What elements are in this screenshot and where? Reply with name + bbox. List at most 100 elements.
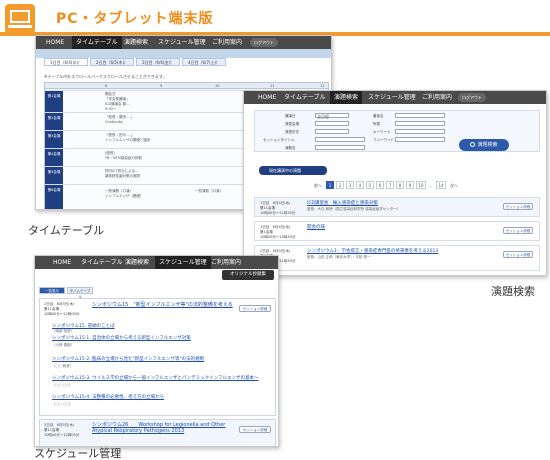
session-cell[interactable]: 一般演題（口演） — [195, 189, 223, 194]
schedule-screenshot: HOME タイムテーブル 演題検索 スケジュール管理 ご利用案内 オリジナル抄録… — [34, 255, 279, 447]
field-label: 所属 — [373, 122, 380, 126]
schedule-block: 2日目 6月5日(木) 第11会場 10時00分〜12時00分 シンポジウム15 "… — [39, 298, 276, 416]
room-label: 第3会場 — [45, 131, 63, 149]
session-title-input[interactable] — [315, 137, 365, 142]
search-button[interactable]: 演題検索 — [459, 139, 509, 151]
tab-day-1[interactable]: 1日目（6/4(水)） — [44, 58, 88, 66]
original-abstracts-badge[interactable]: オリジナル抄録集 — [222, 270, 274, 280]
nav-home[interactable]: HOME — [46, 36, 64, 49]
tab-timetable[interactable]: タイムテーブル — [67, 287, 93, 299]
room-label: 第5会場 — [45, 167, 63, 185]
nav-timetable[interactable]: タイムテーブル — [72, 36, 122, 49]
date-select[interactable]: 全日程 — [315, 113, 349, 119]
page-link[interactable]: 3 — [346, 181, 354, 189]
session-cell[interactable]: 開会式 「学会長講演」 ICD講演会 藤… 9:30～ — [105, 92, 130, 112]
page-link[interactable]: 4 — [356, 181, 364, 189]
logout-button[interactable]: ログアウト — [250, 38, 278, 47]
nav-timetable[interactable]: タイムテーブル — [81, 256, 123, 269]
field-label: セッションタイトル — [263, 138, 295, 142]
nav-guide[interactable]: ご利用案内 — [422, 91, 452, 104]
tab-list[interactable]: 一覧表示 — [39, 287, 65, 294]
nav-home[interactable]: HOME — [53, 256, 71, 269]
page-link[interactable]: 9 — [406, 181, 414, 189]
field-label: 講演日 — [285, 114, 296, 118]
session-title-link[interactable]: ICD講習会 輸入感染症と感染対策 — [307, 200, 378, 206]
abstract-authors: （○○ ○○） — [52, 383, 73, 387]
nav-schedule[interactable]: スケジュール管理 — [158, 36, 206, 49]
session-detail-button[interactable]: セッション詳細 — [503, 203, 533, 210]
session-detail-button[interactable]: セッション詳細 — [239, 426, 271, 433]
page-ellipsis: … — [428, 183, 432, 188]
next-link[interactable]: 次へ — [450, 183, 458, 189]
session-title-link[interactable]: シンポジウム15 "新型インフルエンザ等"の法的整備を考える — [92, 301, 233, 308]
page-title: PC・タブレット端末版 — [56, 11, 214, 27]
nav-guide[interactable]: ご利用案内 — [212, 36, 242, 49]
field-label: フリーワード — [373, 138, 394, 142]
session-detail-button[interactable]: セッション詳細 — [239, 305, 271, 312]
abstract-authors: （小林 春樹） — [52, 343, 75, 347]
logout-button[interactable]: ログアウト — [458, 93, 486, 102]
session-detail-button[interactable]: セッション詳細 — [503, 251, 533, 258]
session-title-link[interactable]: 開会の辞 — [307, 224, 325, 230]
schedule-block: 2日目 6月5日(木) 第11会場 10時00分〜12時00分 シンポジウム26 W… — [39, 419, 276, 446]
page-link[interactable]: 1 — [326, 181, 334, 189]
sub-nav-bar — [36, 49, 331, 58]
nav-timetable[interactable]: タイムテーブル — [284, 91, 326, 104]
page-link[interactable]: 10 — [416, 181, 426, 189]
session-detail-button[interactable]: セッション詳細 — [503, 227, 533, 234]
abstract-link[interactable]: シンポジウム15-2. 臨床の立場から見た"新型インフルエンザ等"の法的規制 — [52, 356, 204, 362]
freeword-input[interactable] — [395, 137, 445, 142]
keyword-input[interactable] — [395, 129, 445, 134]
session-chair: 座長：大石 和徳（国立感染症研究所 感染症疫学センター） — [307, 207, 401, 211]
abstract-authors: （○○ ○○） — [52, 402, 73, 406]
hour-label: 10 — [215, 84, 220, 88]
room-label: 第6会場 — [45, 185, 63, 209]
nav-schedule[interactable]: スケジュール管理 — [155, 256, 211, 269]
list-item: 2日目 6月5日(木)第1会場10時00分〜11時30分 シンポジウム1：学会提… — [254, 245, 540, 271]
session-cell[interactable]: 一般演題（口演） インフルエンザ（基礎） — [105, 189, 143, 199]
abstract-link[interactable]: シンポジウム15-4. 法整備の必要性、考え方の立場から — [52, 394, 164, 400]
nav-search[interactable]: 演題検索 — [124, 36, 148, 49]
abstract-link[interactable]: シンポジウム15-3. ウイルス学の立場から一般インフルエンザとパンデミックイン… — [52, 375, 259, 381]
nav-bar: HOME タイムテーブル 演題検索 スケジュール管理 ご利用案内 — [35, 256, 278, 269]
nav-guide[interactable]: ご利用案内 — [211, 256, 241, 269]
session-cell[interactable]: 院内ICT担当による… 薬剤耐性菌対策の実際 — [105, 169, 140, 179]
session-title-link[interactable]: シンポジウム26 Workshop for Legionella and Oth… — [92, 422, 232, 434]
session-title-link[interactable]: シンポジウム1：学会提言・感染症専門医の将来像を考える2013 — [307, 248, 438, 254]
promo-page: { "header": { "title": "PC・タブレット端末版" }, … — [0, 0, 550, 460]
nav-search[interactable]: 演題検索 — [125, 256, 149, 269]
session-cell[interactable]: 「座長・藤田 …」 Continuity — [105, 115, 134, 125]
format-select[interactable] — [315, 129, 349, 134]
search-screenshot: HOME タイムテーブル 演題検索 スケジュール管理 ご利用案内 ログアウト 講… — [243, 90, 547, 276]
page-link[interactable]: 2 — [336, 181, 344, 189]
tab-day-4[interactable]: 4日目（6/7(土)） — [182, 58, 226, 66]
caption-timetable: タイムテーブル — [28, 224, 105, 237]
nav-schedule[interactable]: スケジュール管理 — [368, 91, 416, 104]
affiliation-input[interactable] — [395, 121, 445, 126]
page-link[interactable]: 7 — [386, 181, 394, 189]
hour-label: 12 — [320, 84, 325, 88]
nav-home[interactable]: HOME — [258, 91, 276, 104]
session-cell[interactable]: (座長) TB・NTM感染症の診断 — [105, 151, 142, 161]
search-icon — [470, 142, 476, 147]
page-link[interactable]: 8 — [396, 181, 404, 189]
current-session-button[interactable]: 現在講演中の演題 — [259, 166, 327, 175]
tab-day-2[interactable]: 2日目（6/5(木)） — [90, 58, 134, 66]
session-cell[interactable]: 「座長・田中 …」 インフルエンザの基礎と臨床 — [105, 133, 150, 143]
abstract-link[interactable]: シンポジウム15-1. 自治体の立場から考える新型インフルエンザ対策 — [52, 335, 191, 341]
room-label: 第2会場 — [45, 113, 63, 131]
pagination: 前へ 1 2 3 4 5 6 7 8 9 10 … 14 次へ — [314, 181, 484, 190]
room-label: 第1会場 — [45, 91, 63, 113]
room-select[interactable] — [315, 121, 349, 126]
page-link[interactable]: 5 — [366, 181, 374, 189]
nav-search[interactable]: 演題検索 — [330, 91, 363, 104]
tab-day-3[interactable]: 3日目（6/6(金)） — [136, 58, 180, 66]
caption-schedule: スケジュール管理 — [34, 447, 122, 460]
page-link[interactable]: 6 — [376, 181, 384, 189]
page-link[interactable]: 14 — [436, 181, 446, 189]
prev-link[interactable]: 前へ — [314, 183, 322, 189]
caption-search: 演題検索 — [491, 285, 535, 298]
hour-label: 9 — [160, 84, 163, 88]
author-input[interactable] — [395, 113, 445, 118]
title-input[interactable] — [315, 145, 365, 150]
